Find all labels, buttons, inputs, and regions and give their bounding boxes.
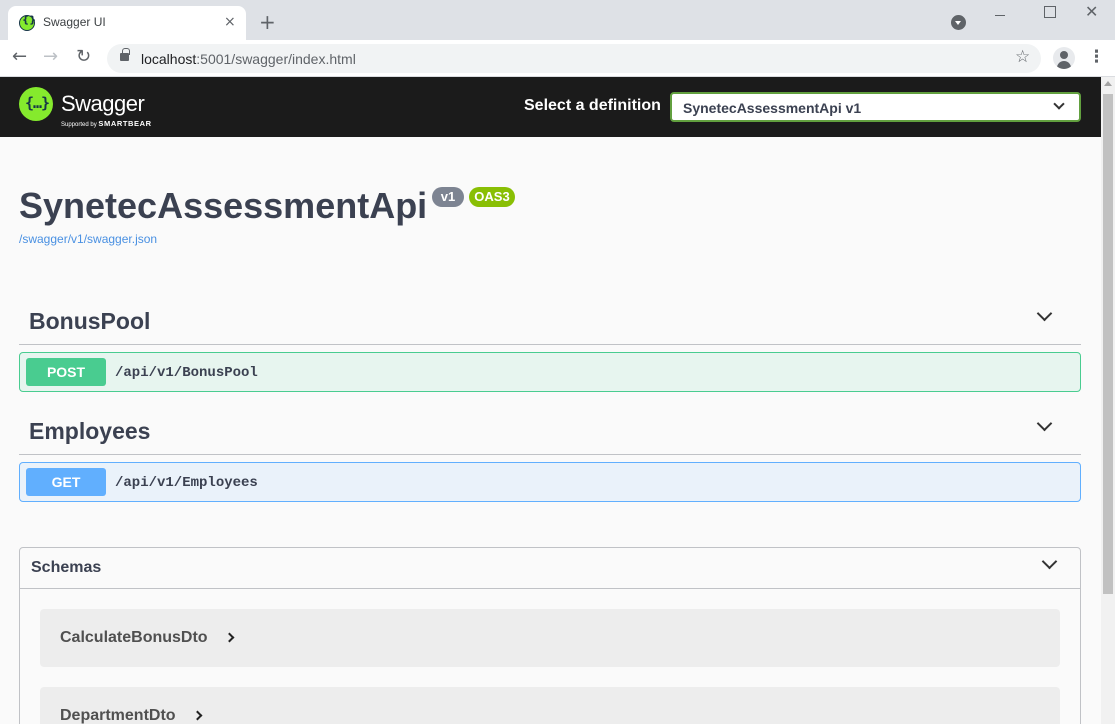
- url-path: :5001/swagger/index.html: [196, 51, 356, 67]
- model-calculatebonusdto[interactable]: CalculateBonusDto: [40, 609, 1060, 667]
- logo-brand: SMARTBEAR: [98, 119, 152, 128]
- tab-title: Swagger UI: [43, 15, 106, 29]
- account-icon[interactable]: [1053, 47, 1075, 69]
- spec-json-link[interactable]: /swagger/v1/swagger.json: [19, 232, 157, 246]
- chevron-right-icon[interactable]: [224, 632, 235, 643]
- model-departmentdto[interactable]: DepartmentDto: [40, 687, 1060, 724]
- address-bar[interactable]: localhost:5001/swagger/index.html ☆: [107, 44, 1041, 73]
- definition-select-value: SynetecAssessmentApi v1: [683, 100, 862, 116]
- url-text[interactable]: localhost:5001/swagger/index.html: [141, 51, 356, 67]
- chevron-down-icon[interactable]: [1041, 553, 1058, 570]
- swagger-favicon-icon: [19, 15, 36, 31]
- swagger-topbar: {…} Swagger Supported by SMARTBEAR Selec…: [0, 77, 1101, 137]
- swagger-logo-icon[interactable]: {…}: [19, 87, 53, 121]
- method-badge-post: POST: [26, 358, 106, 386]
- maximize-icon[interactable]: [1040, 4, 1060, 24]
- model-name: DepartmentDto: [60, 707, 176, 724]
- new-tab-button[interactable]: +: [259, 10, 276, 34]
- page-viewport: {…} Swagger Supported by SMARTBEAR Selec…: [0, 77, 1101, 724]
- logo-text[interactable]: Swagger: [61, 91, 145, 117]
- scroll-up-icon[interactable]: [1104, 81, 1112, 86]
- chevron-down-icon[interactable]: [1036, 305, 1053, 322]
- scroll-thumb[interactable]: [1103, 94, 1113, 594]
- chevron-down-icon[interactable]: [1036, 415, 1053, 432]
- reload-icon[interactable]: ↻: [76, 46, 91, 68]
- schemas-header[interactable]: Schemas: [20, 548, 1080, 589]
- tag-header-bonuspool[interactable]: BonusPool: [19, 303, 1081, 345]
- schemas-section: Schemas CalculateBonusDto DepartmentDto: [19, 547, 1081, 724]
- operation-path: /api/v1/BonusPool: [115, 365, 258, 381]
- operation-post-bonuspool[interactable]: POST /api/v1/BonusPool: [19, 352, 1081, 392]
- browser-tab-strip: Swagger UI × + ✕: [0, 0, 1115, 40]
- browser-tab[interactable]: Swagger UI ×: [8, 6, 246, 40]
- method-badge-get: GET: [26, 468, 106, 496]
- chevron-right-icon[interactable]: [192, 710, 203, 721]
- tag-title: BonusPool: [29, 308, 151, 334]
- page-scrollbar[interactable]: [1101, 77, 1115, 724]
- back-arrow-icon[interactable]: ←: [12, 46, 27, 68]
- menu-icon[interactable]: ⋮: [1088, 47, 1105, 67]
- star-icon[interactable]: ☆: [1015, 47, 1030, 67]
- schemas-title: Schemas: [31, 559, 102, 576]
- window-close-icon[interactable]: ✕: [1085, 2, 1098, 21]
- chevron-down-icon: [1053, 98, 1065, 110]
- tag-title: Employees: [29, 418, 151, 444]
- forward-arrow-icon[interactable]: →: [43, 46, 58, 68]
- close-tab-icon[interactable]: ×: [224, 14, 236, 30]
- tab-search-icon[interactable]: [951, 15, 966, 30]
- operation-path: /api/v1/Employees: [115, 475, 258, 491]
- browser-toolbar: ← → ↻ localhost:5001/swagger/index.html …: [0, 40, 1115, 77]
- tag-header-employees[interactable]: Employees: [19, 413, 1081, 455]
- operation-get-employees[interactable]: GET /api/v1/Employees: [19, 462, 1081, 502]
- definition-select[interactable]: SynetecAssessmentApi v1: [670, 92, 1081, 122]
- page-title: SynetecAssessmentApi: [19, 185, 428, 226]
- model-name: CalculateBonusDto: [60, 629, 208, 646]
- logo-sub-text: Supported by: [61, 122, 97, 128]
- url-host: localhost: [141, 51, 197, 67]
- version-badge: v1: [432, 187, 464, 207]
- lock-icon[interactable]: [120, 48, 130, 61]
- select-definition-label: Select a definition: [524, 97, 661, 114]
- minimize-icon[interactable]: [990, 10, 1010, 30]
- logo-subtitle: Supported by SMARTBEAR: [61, 119, 152, 128]
- oas-badge: OAS3: [469, 187, 515, 207]
